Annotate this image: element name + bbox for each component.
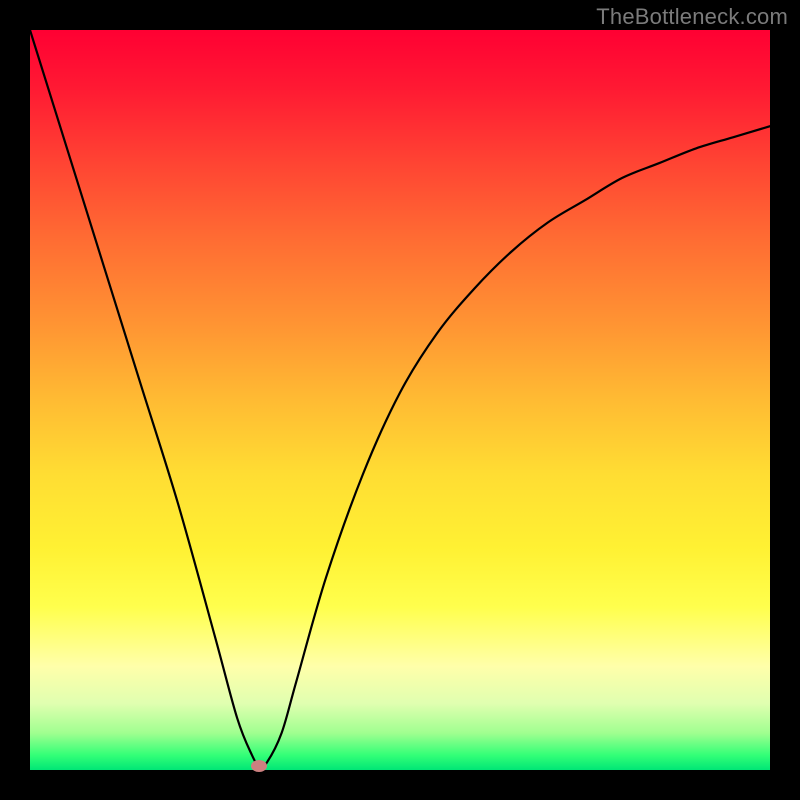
bottleneck-curve: [30, 30, 770, 767]
plot-area: [30, 30, 770, 770]
attribution-watermark: TheBottleneck.com: [596, 4, 788, 30]
optimum-marker: [251, 760, 267, 772]
curve-svg: [30, 30, 770, 770]
chart-frame: TheBottleneck.com: [0, 0, 800, 800]
